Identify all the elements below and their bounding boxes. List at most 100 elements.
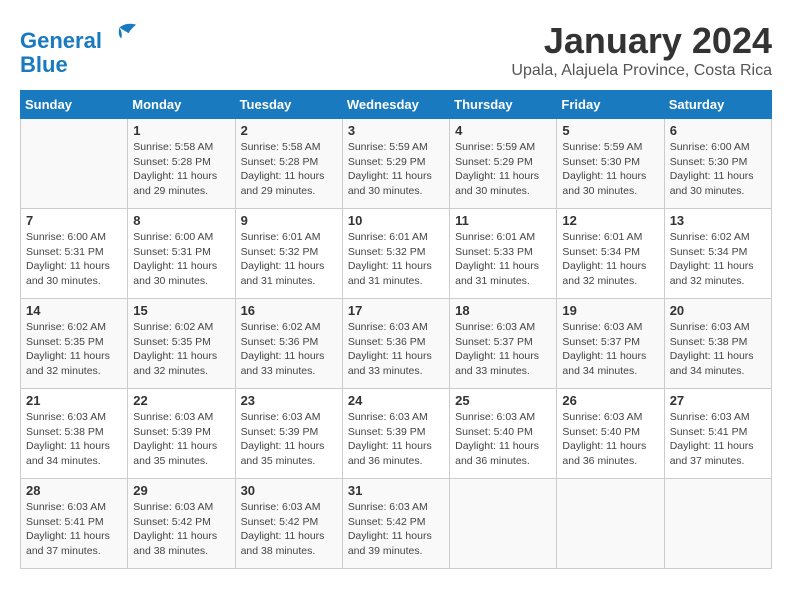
day-info: Sunrise: 5:59 AMSunset: 5:29 PMDaylight:…: [348, 140, 444, 199]
day-header-friday: Friday: [557, 91, 664, 119]
day-info: Sunrise: 5:59 AMSunset: 5:29 PMDaylight:…: [455, 140, 551, 199]
title-section: January 2024 Upala, Alajuela Province, C…: [511, 20, 772, 80]
calendar-cell: 1 Sunrise: 5:58 AMSunset: 5:28 PMDaylight…: [128, 119, 235, 209]
day-number: 22: [133, 393, 229, 408]
calendar-cell: 29Sunrise: 6:03 AMSunset: 5:42 PMDayligh…: [128, 479, 235, 569]
day-info: Sunrise: 6:01 AMSunset: 5:34 PMDaylight:…: [562, 230, 658, 289]
day-number: 31: [348, 483, 444, 498]
day-header-thursday: Thursday: [450, 91, 557, 119]
location-title: Upala, Alajuela Province, Costa Rica: [511, 62, 772, 80]
day-number: 20: [670, 303, 766, 318]
calendar-cell: 22 Sunrise: 6:03 AMSunset: 5:39 PMDayligh…: [128, 389, 235, 479]
page-header: General Blue January 2024 Upala, Alajuel…: [20, 20, 772, 80]
calendar-table: SundayMondayTuesdayWednesdayThursdayFrid…: [20, 90, 772, 569]
day-number: 21: [26, 393, 122, 408]
day-info: Sunrise: 6:03 AMSunset: 5:37 PMDaylight:…: [562, 320, 658, 379]
day-info: Sunrise: 6:01 AMSunset: 5:32 PMDaylight:…: [348, 230, 444, 289]
calendar-cell: 5 Sunrise: 5:59 AMSunset: 5:30 PMDaylight…: [557, 119, 664, 209]
calendar-cell: 14Sunrise: 6:02 AMSunset: 5:35 PMDayligh…: [21, 299, 128, 389]
day-number: 12: [562, 213, 658, 228]
day-info: Sunrise: 6:03 AMSunset: 5:39 PMDaylight:…: [348, 410, 444, 469]
day-number: 10: [348, 213, 444, 228]
day-info: Sunrise: 6:02 AMSunset: 5:35 PMDaylight:…: [26, 320, 122, 379]
calendar-cell: [21, 119, 128, 209]
logo-blue: Blue: [20, 53, 138, 77]
calendar-cell: 12 Sunrise: 6:01 AMSunset: 5:34 PMDayligh…: [557, 209, 664, 299]
logo-text: General: [20, 20, 138, 53]
day-info: Sunrise: 6:03 AMSunset: 5:39 PMDaylight:…: [133, 410, 229, 469]
day-info: Sunrise: 6:03 AMSunset: 5:38 PMDaylight:…: [26, 410, 122, 469]
calendar-cell: 9Sunrise: 6:01 AMSunset: 5:32 PMDaylight…: [235, 209, 342, 299]
calendar-cell: 30 Sunrise: 6:03 AMSunset: 5:42 PMDayligh…: [235, 479, 342, 569]
calendar-cell: 17Sunrise: 6:03 AMSunset: 5:36 PMDayligh…: [342, 299, 449, 389]
day-number: 23: [241, 393, 337, 408]
day-number: 27: [670, 393, 766, 408]
calendar-week-row: 1 Sunrise: 5:58 AMSunset: 5:28 PMDaylight…: [21, 119, 772, 209]
day-info: Sunrise: 6:00 AMSunset: 5:30 PMDaylight:…: [670, 140, 766, 199]
day-number: 6: [670, 123, 766, 138]
day-number: 25: [455, 393, 551, 408]
calendar-cell: 4 Sunrise: 5:59 AMSunset: 5:29 PMDaylight…: [450, 119, 557, 209]
day-number: 30: [241, 483, 337, 498]
calendar-week-row: 14Sunrise: 6:02 AMSunset: 5:35 PMDayligh…: [21, 299, 772, 389]
day-info: Sunrise: 6:02 AMSunset: 5:35 PMDaylight:…: [133, 320, 229, 379]
calendar-cell: 19 Sunrise: 6:03 AMSunset: 5:37 PMDayligh…: [557, 299, 664, 389]
day-info: Sunrise: 6:01 AMSunset: 5:32 PMDaylight:…: [241, 230, 337, 289]
day-number: 26: [562, 393, 658, 408]
calendar-cell: 6 Sunrise: 6:00 AMSunset: 5:30 PMDaylight…: [664, 119, 771, 209]
day-number: 7: [26, 213, 122, 228]
calendar-cell: 13Sunrise: 6:02 AMSunset: 5:34 PMDayligh…: [664, 209, 771, 299]
calendar-cell: 20 Sunrise: 6:03 AMSunset: 5:38 PMDayligh…: [664, 299, 771, 389]
calendar-header-row: SundayMondayTuesdayWednesdayThursdayFrid…: [21, 91, 772, 119]
day-info: Sunrise: 5:58 AMSunset: 5:28 PMDaylight:…: [241, 140, 337, 199]
calendar-cell: 11 Sunrise: 6:01 AMSunset: 5:33 PMDayligh…: [450, 209, 557, 299]
calendar-cell: [664, 479, 771, 569]
day-number: 11: [455, 213, 551, 228]
calendar-cell: 2 Sunrise: 5:58 AMSunset: 5:28 PMDaylight…: [235, 119, 342, 209]
day-number: 28: [26, 483, 122, 498]
day-info: Sunrise: 6:03 AMSunset: 5:41 PMDaylight:…: [670, 410, 766, 469]
day-info: Sunrise: 6:02 AMSunset: 5:36 PMDaylight:…: [241, 320, 337, 379]
day-number: 8: [133, 213, 229, 228]
day-info: Sunrise: 6:03 AMSunset: 5:39 PMDaylight:…: [241, 410, 337, 469]
day-number: 2: [241, 123, 337, 138]
day-number: 5: [562, 123, 658, 138]
logo: General Blue: [20, 20, 138, 77]
calendar-cell: 26 Sunrise: 6:03 AMSunset: 5:40 PMDayligh…: [557, 389, 664, 479]
calendar-cell: 27 Sunrise: 6:03 AMSunset: 5:41 PMDayligh…: [664, 389, 771, 479]
day-info: Sunrise: 6:03 AMSunset: 5:40 PMDaylight:…: [455, 410, 551, 469]
calendar-cell: 7 Sunrise: 6:00 AMSunset: 5:31 PMDaylight…: [21, 209, 128, 299]
day-number: 1: [133, 123, 229, 138]
day-info: Sunrise: 5:59 AMSunset: 5:30 PMDaylight:…: [562, 140, 658, 199]
day-info: Sunrise: 6:03 AMSunset: 5:42 PMDaylight:…: [133, 500, 229, 559]
day-info: Sunrise: 6:03 AMSunset: 5:38 PMDaylight:…: [670, 320, 766, 379]
day-info: Sunrise: 6:03 AMSunset: 5:40 PMDaylight:…: [562, 410, 658, 469]
day-number: 3: [348, 123, 444, 138]
day-number: 24: [348, 393, 444, 408]
day-number: 4: [455, 123, 551, 138]
calendar-cell: 24 Sunrise: 6:03 AMSunset: 5:39 PMDayligh…: [342, 389, 449, 479]
day-info: Sunrise: 6:03 AMSunset: 5:42 PMDaylight:…: [241, 500, 337, 559]
calendar-week-row: 7 Sunrise: 6:00 AMSunset: 5:31 PMDaylight…: [21, 209, 772, 299]
calendar-week-row: 28 Sunrise: 6:03 AMSunset: 5:41 PMDayligh…: [21, 479, 772, 569]
day-info: Sunrise: 6:01 AMSunset: 5:33 PMDaylight:…: [455, 230, 551, 289]
calendar-cell: 3 Sunrise: 5:59 AMSunset: 5:29 PMDaylight…: [342, 119, 449, 209]
calendar-cell: 18 Sunrise: 6:03 AMSunset: 5:37 PMDayligh…: [450, 299, 557, 389]
day-info: Sunrise: 6:03 AMSunset: 5:37 PMDaylight:…: [455, 320, 551, 379]
day-number: 16: [241, 303, 337, 318]
logo-general: General: [20, 28, 102, 53]
calendar-cell: 31Sunrise: 6:03 AMSunset: 5:42 PMDayligh…: [342, 479, 449, 569]
day-number: 15: [133, 303, 229, 318]
day-info: Sunrise: 6:00 AMSunset: 5:31 PMDaylight:…: [133, 230, 229, 289]
day-info: Sunrise: 6:00 AMSunset: 5:31 PMDaylight:…: [26, 230, 122, 289]
calendar-cell: 28 Sunrise: 6:03 AMSunset: 5:41 PMDayligh…: [21, 479, 128, 569]
calendar-cell: 25 Sunrise: 6:03 AMSunset: 5:40 PMDayligh…: [450, 389, 557, 479]
day-number: 18: [455, 303, 551, 318]
day-info: Sunrise: 5:58 AMSunset: 5:28 PMDaylight:…: [133, 140, 229, 199]
day-header-sunday: Sunday: [21, 91, 128, 119]
day-header-wednesday: Wednesday: [342, 91, 449, 119]
day-info: Sunrise: 6:03 AMSunset: 5:41 PMDaylight:…: [26, 500, 122, 559]
day-number: 19: [562, 303, 658, 318]
day-info: Sunrise: 6:03 AMSunset: 5:36 PMDaylight:…: [348, 320, 444, 379]
day-header-tuesday: Tuesday: [235, 91, 342, 119]
